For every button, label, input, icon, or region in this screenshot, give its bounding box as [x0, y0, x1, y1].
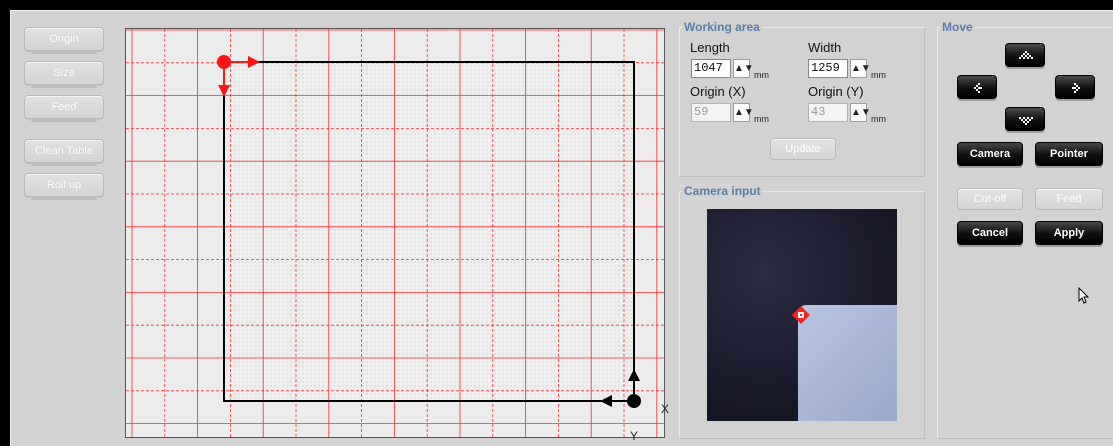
move-down-button[interactable] — [1005, 107, 1045, 131]
width-spinner[interactable]: ▲▼ — [850, 59, 871, 78]
apply-button[interactable]: Apply — [1035, 221, 1103, 245]
origin-y-input[interactable]: 43 — [808, 103, 848, 122]
camera-feed-image[interactable] — [707, 209, 897, 421]
move-up-icon — [1019, 51, 1033, 59]
length-label: Length — [690, 40, 730, 55]
origin-y-label: Origin (Y) — [808, 84, 864, 99]
origin-x-input[interactable]: 59 — [691, 103, 731, 122]
move-down-icon — [1019, 117, 1033, 125]
camera-button[interactable]: Camera — [957, 142, 1023, 166]
origin-y-spinner[interactable]: ▲▼ — [850, 103, 871, 122]
x-axis-label: X — [661, 402, 670, 416]
clean-table-button[interactable]: Clean Table — [24, 139, 104, 166]
move-right-icon — [1072, 83, 1080, 93]
origin-x-spinner[interactable]: ▲▼ — [733, 103, 754, 122]
origin-y-unit: mm — [871, 114, 886, 124]
origin-x-unit: mm — [754, 114, 769, 124]
table-grid — [126, 29, 664, 437]
working-area-title: Working area — [682, 20, 762, 34]
move-up-button[interactable] — [1005, 43, 1045, 67]
table-canvas[interactable] — [125, 28, 665, 438]
camera-feed-paper — [798, 305, 897, 421]
camera-crosshair-icon — [792, 306, 810, 324]
move-left-button[interactable] — [957, 75, 997, 99]
width-unit: mm — [871, 70, 886, 80]
pointer-button[interactable]: Pointer — [1035, 142, 1103, 166]
width-input[interactable]: 1259 — [808, 59, 848, 78]
feed-button[interactable]: Feed — [1035, 188, 1103, 210]
feed-left-button[interactable]: Feed — [24, 95, 104, 122]
update-button[interactable]: Update — [770, 138, 836, 160]
y-axis-label: Y — [630, 429, 639, 443]
mouse-cursor-icon — [1078, 287, 1090, 304]
cancel-button[interactable]: Cancel — [957, 221, 1023, 245]
move-right-button[interactable] — [1055, 75, 1095, 99]
move-title: Move — [940, 20, 975, 34]
move-left-icon — [974, 83, 982, 93]
length-input[interactable]: 1047 — [691, 59, 731, 78]
size-button[interactable]: Size — [24, 61, 104, 88]
camera-input-title: Camera input — [682, 184, 763, 198]
roll-up-button[interactable]: Roll up — [24, 173, 104, 200]
origin-x-label: Origin (X) — [690, 84, 746, 99]
cut-off-button[interactable]: Cut-off — [957, 188, 1023, 210]
cutter-control-window: Origin Size Feed Clean Table Roll up X Y… — [10, 10, 1113, 446]
origin-button[interactable]: Origin — [24, 27, 104, 54]
width-label: Width — [808, 40, 842, 55]
working-area-panel: Working area Length Width 1047 ▲▼ mm 125… — [679, 20, 925, 177]
length-spinner[interactable]: ▲▼ — [733, 59, 754, 78]
length-unit: mm — [754, 70, 769, 80]
